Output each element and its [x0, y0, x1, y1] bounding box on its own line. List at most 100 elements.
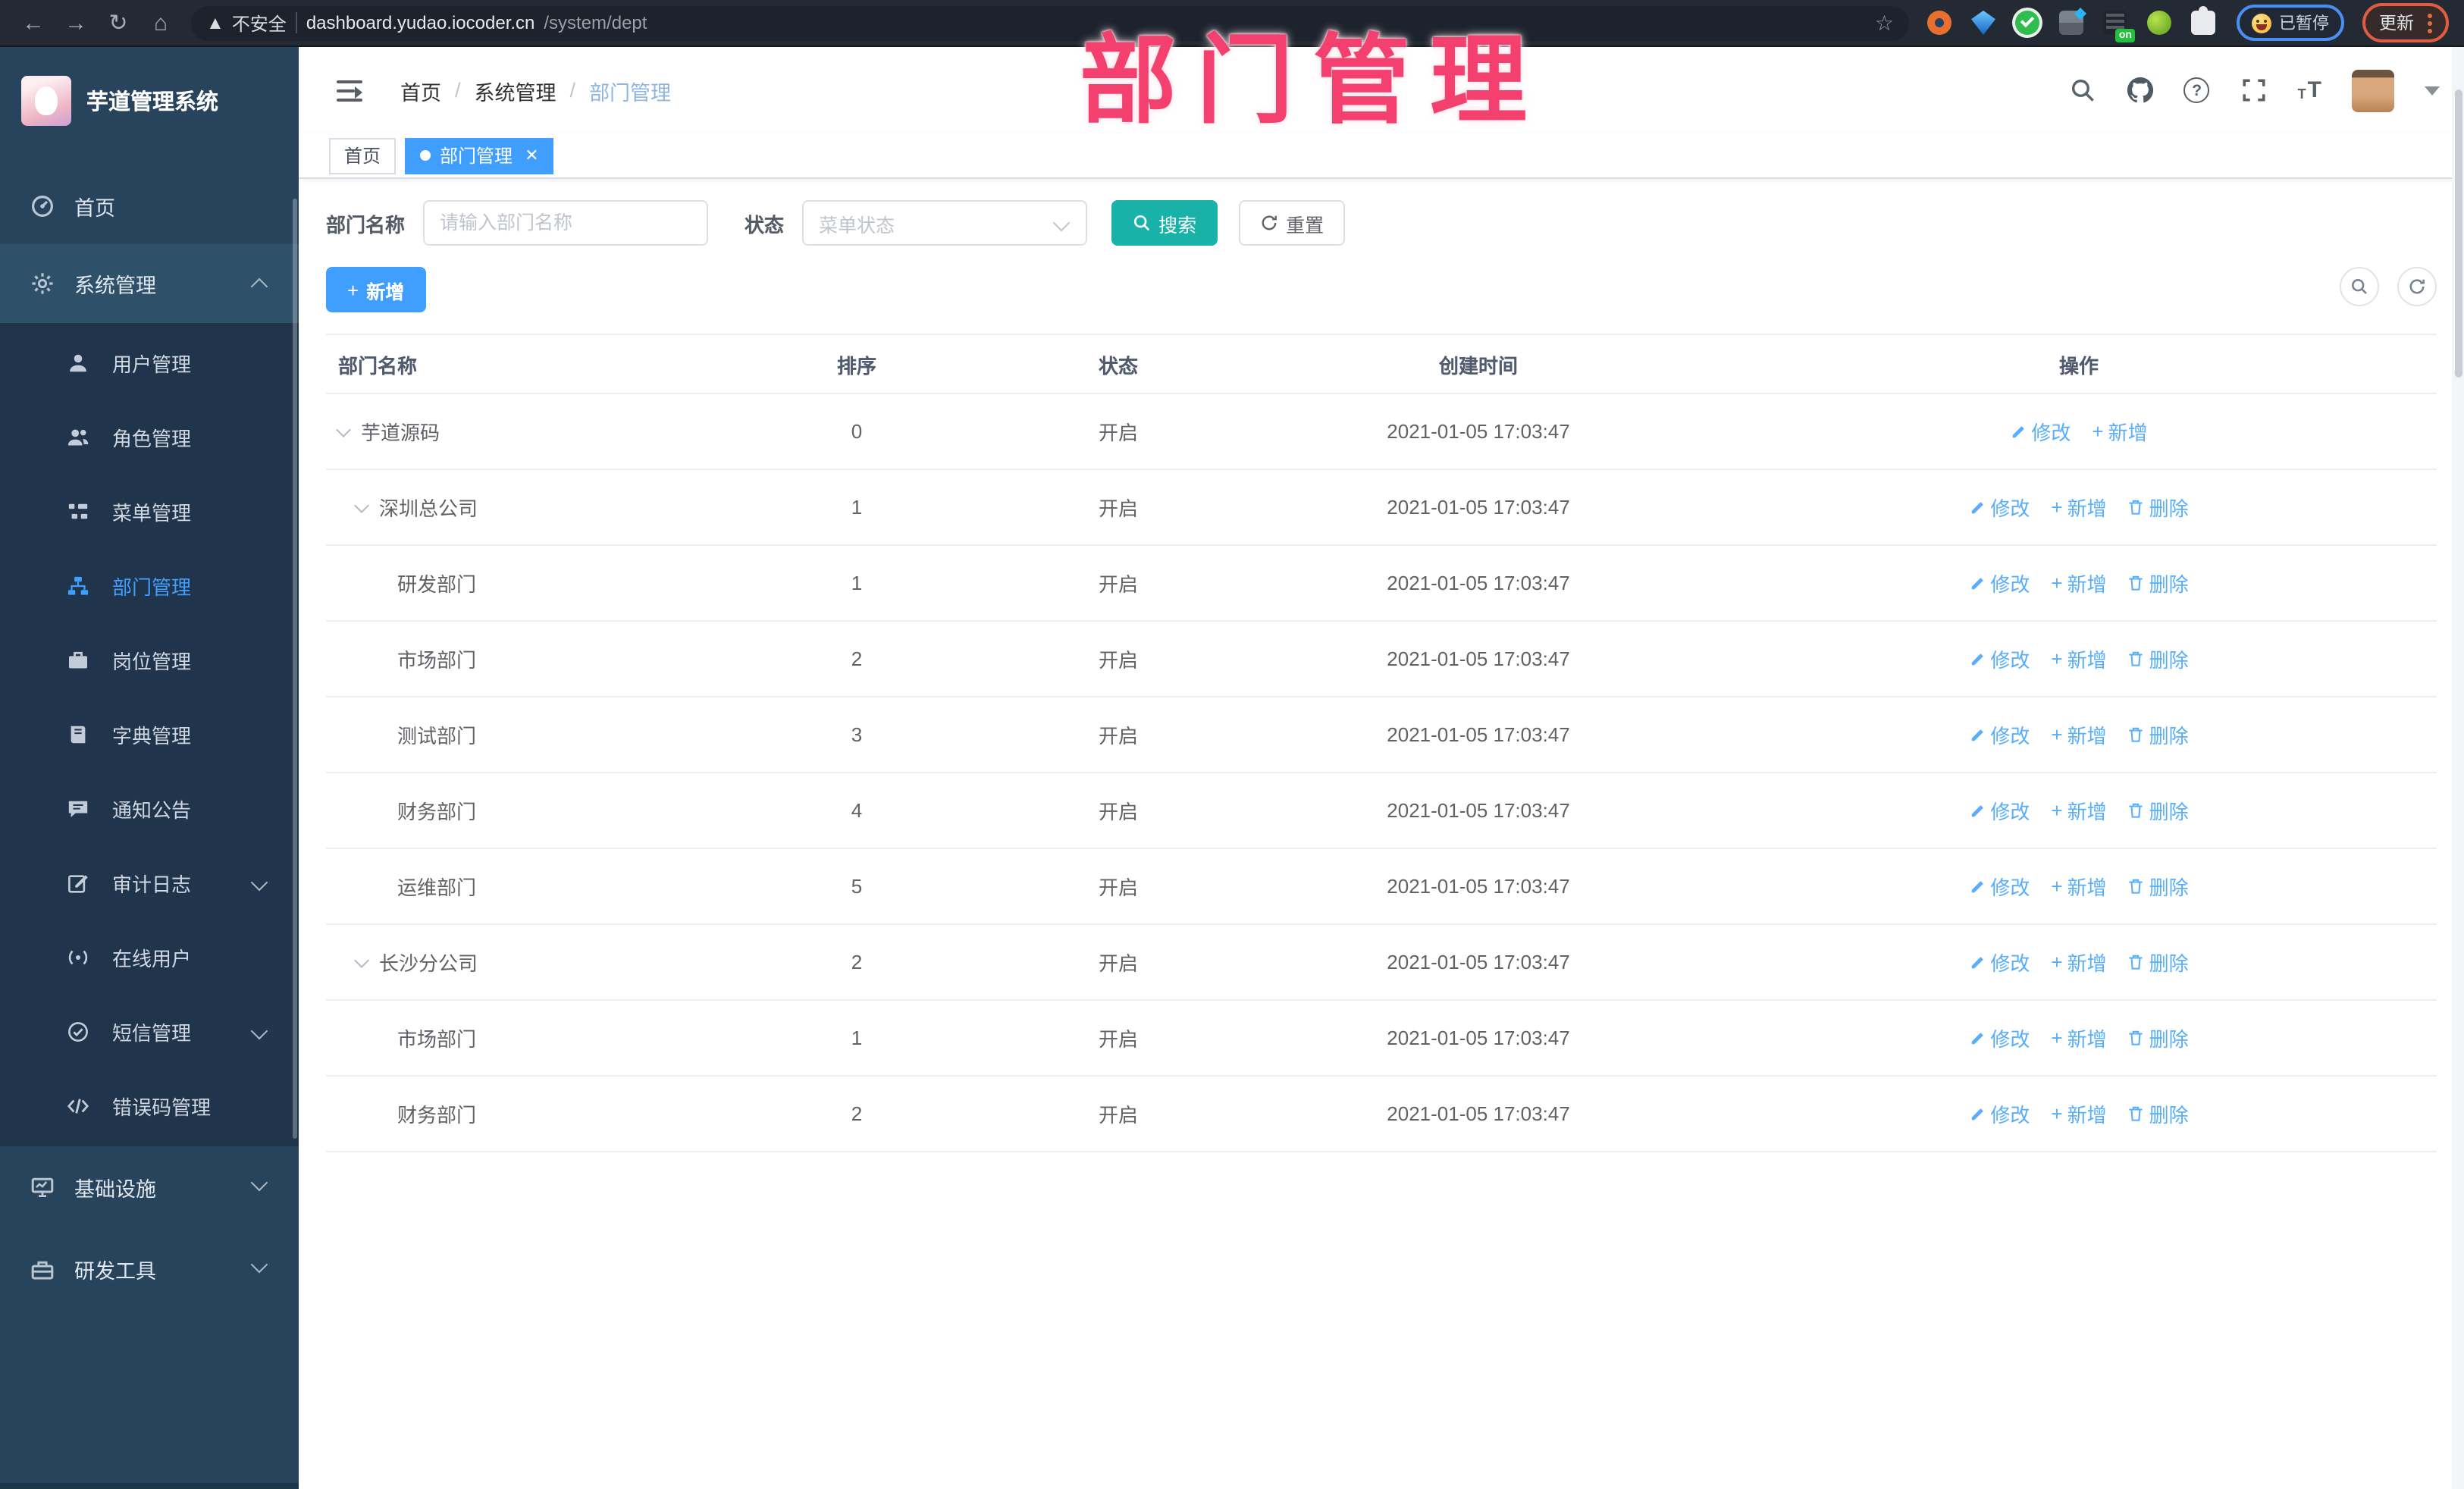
blue-pin-extension-icon[interactable]: [1971, 11, 1995, 35]
help-icon[interactable]: ?: [2183, 77, 2210, 103]
sidebar: 芋道管理系统 首页 系统管理 用户管理 角色管理 菜单管理 部门管理 岗位管理 …: [0, 47, 299, 1489]
table-row: 研发部门 1 开启 2021-01-05 17:03:47 修改 + 新增 删除: [326, 546, 2437, 622]
sidebar-item-infrastructure[interactable]: 基础设施: [0, 1146, 299, 1228]
edit-link[interactable]: 修改: [1969, 872, 2030, 901]
page-scrollbar[interactable]: [2452, 47, 2464, 1489]
delete-link[interactable]: 删除: [2128, 569, 2189, 597]
breadcrumb-home[interactable]: 首页: [400, 75, 441, 105]
delete-link[interactable]: 删除: [2128, 720, 2189, 749]
add-dept-button[interactable]: + 新增: [326, 267, 426, 312]
logo-avatar: [21, 75, 71, 125]
app-logo[interactable]: 芋道管理系统: [0, 47, 299, 153]
table-row: 测试部门 3 开启 2021-01-05 17:03:47 修改 + 新增 删除: [326, 697, 2437, 773]
add-link[interactable]: + 新增: [2051, 569, 2106, 597]
edit-link[interactable]: 修改: [1969, 644, 2030, 673]
sidebar-item-sms-management[interactable]: 短信管理: [0, 995, 299, 1069]
edit-link[interactable]: 修改: [1969, 948, 2030, 976]
edit-link[interactable]: 修改: [1969, 720, 2030, 749]
user-avatar[interactable]: [2352, 69, 2394, 111]
sidebar-item-audit-log[interactable]: 审计日志: [0, 846, 299, 920]
tabs-extension-icon[interactable]: on: [2103, 11, 2135, 42]
dept-name-input[interactable]: [423, 200, 709, 246]
delete-link[interactable]: 删除: [2128, 1023, 2189, 1052]
edit-link[interactable]: 修改: [1969, 1023, 2030, 1052]
delete-link[interactable]: 删除: [2128, 1099, 2189, 1128]
created-value: 2021-01-05 17:03:47: [1387, 1102, 1570, 1125]
chevron-down-icon: [250, 1022, 268, 1040]
sidebar-item-dept-management[interactable]: 部门管理: [0, 549, 299, 623]
github-icon[interactable]: [2127, 77, 2154, 104]
add-link[interactable]: + 新增: [2051, 720, 2106, 749]
reset-button[interactable]: 重置: [1239, 200, 1346, 246]
add-link[interactable]: + 新增: [2051, 948, 2106, 976]
font-size-icon[interactable]: TT: [2298, 79, 2321, 102]
refresh-icon[interactable]: [2397, 267, 2437, 306]
scrollbar-thumb[interactable]: [2454, 89, 2462, 378]
gear-icon: [30, 271, 55, 296]
back-icon[interactable]: ←: [15, 11, 52, 34]
sort-value: 1: [851, 496, 863, 519]
close-tab-icon[interactable]: ✕: [525, 146, 538, 165]
home-icon[interactable]: ⌂: [143, 11, 179, 34]
sidebar-item-post-management[interactable]: 岗位管理: [0, 623, 299, 697]
add-link[interactable]: + 新增: [2051, 644, 2106, 673]
breadcrumb-system[interactable]: 系统管理: [475, 75, 556, 105]
sidebar-item-role-management[interactable]: 角色管理: [0, 400, 299, 475]
toggle-search-icon[interactable]: [2340, 267, 2379, 306]
add-link[interactable]: + 新增: [2092, 417, 2147, 446]
forward-icon[interactable]: →: [58, 11, 94, 34]
delete-link[interactable]: 删除: [2128, 948, 2189, 976]
extensions-puzzle-icon[interactable]: [2191, 6, 2215, 35]
orange-target-extension-icon[interactable]: [1927, 11, 1951, 35]
edit-link[interactable]: 修改: [1969, 493, 2030, 522]
search-button[interactable]: 搜索: [1111, 200, 1218, 246]
add-link[interactable]: + 新增: [2051, 796, 2106, 825]
add-link[interactable]: + 新增: [2051, 493, 2106, 522]
edit-link[interactable]: 修改: [1969, 569, 2030, 597]
status-select[interactable]: 菜单状态: [802, 200, 1088, 246]
browser-update-button[interactable]: 更新: [2362, 3, 2449, 42]
sidebar-item-home[interactable]: 首页: [0, 168, 299, 244]
bookmark-star-icon[interactable]: ☆: [1875, 10, 1894, 36]
sidebar-item-online-users[interactable]: 在线用户: [0, 920, 299, 995]
browser-menu-icon[interactable]: [2428, 13, 2432, 33]
sidebar-item-dev-tools[interactable]: 研发工具: [0, 1228, 299, 1310]
home-icon: [30, 194, 55, 218]
grid-extension-icon[interactable]: [2059, 11, 2083, 35]
green-figure-extension-icon[interactable]: [2147, 11, 2171, 35]
delete-link[interactable]: 删除: [2128, 644, 2189, 673]
sidebar-item-system-management[interactable]: 系统管理: [0, 244, 299, 323]
col-dept-name: 部门名称: [338, 354, 418, 377]
expand-caret-icon[interactable]: [354, 952, 369, 967]
expand-caret-icon[interactable]: [336, 422, 351, 437]
edit-link[interactable]: 修改: [1969, 1099, 2030, 1128]
reload-icon[interactable]: ↻: [100, 11, 136, 34]
edit-link[interactable]: 修改: [2010, 417, 2071, 446]
add-link[interactable]: + 新增: [2051, 872, 2106, 901]
search-icon[interactable]: [2069, 77, 2096, 104]
delete-link[interactable]: 删除: [2128, 872, 2189, 901]
sidebar-item-error-code[interactable]: 错误码管理: [0, 1069, 299, 1143]
hamburger-icon[interactable]: [337, 80, 362, 102]
fullscreen-icon[interactable]: [2240, 77, 2268, 104]
expand-caret-icon[interactable]: [354, 497, 369, 513]
sidebar-item-menu-management[interactable]: 菜单管理: [0, 475, 299, 549]
delete-link[interactable]: 删除: [2128, 493, 2189, 522]
profile-paused-badge[interactable]: 已暂停: [2237, 5, 2344, 41]
sidebar-scrollbar[interactable]: [293, 199, 297, 1139]
avatar-caret-icon[interactable]: [2425, 86, 2440, 95]
sidebar-item-notice[interactable]: 通知公告: [0, 772, 299, 846]
tab-dept-management[interactable]: 部门管理 ✕: [405, 137, 554, 174]
edit-link[interactable]: 修改: [1969, 796, 2030, 825]
add-link[interactable]: + 新增: [2051, 1023, 2106, 1052]
delete-link[interactable]: 删除: [2128, 796, 2189, 825]
address-bar[interactable]: ▲ 不安全 dashboard.yudao.iocoder.cn /system…: [191, 5, 1909, 40]
audit-log-icon: [67, 872, 89, 895]
tab-home[interactable]: 首页: [329, 137, 397, 174]
add-link[interactable]: + 新增: [2051, 1099, 2106, 1128]
sidebar-item-user-management[interactable]: 用户管理: [0, 326, 299, 400]
green-check-extension-icon[interactable]: [2015, 11, 2039, 35]
security-warning[interactable]: ▲ 不安全: [206, 10, 287, 36]
dept-name-label: 部门名称: [326, 213, 406, 236]
sidebar-item-dict-management[interactable]: 字典管理: [0, 697, 299, 772]
